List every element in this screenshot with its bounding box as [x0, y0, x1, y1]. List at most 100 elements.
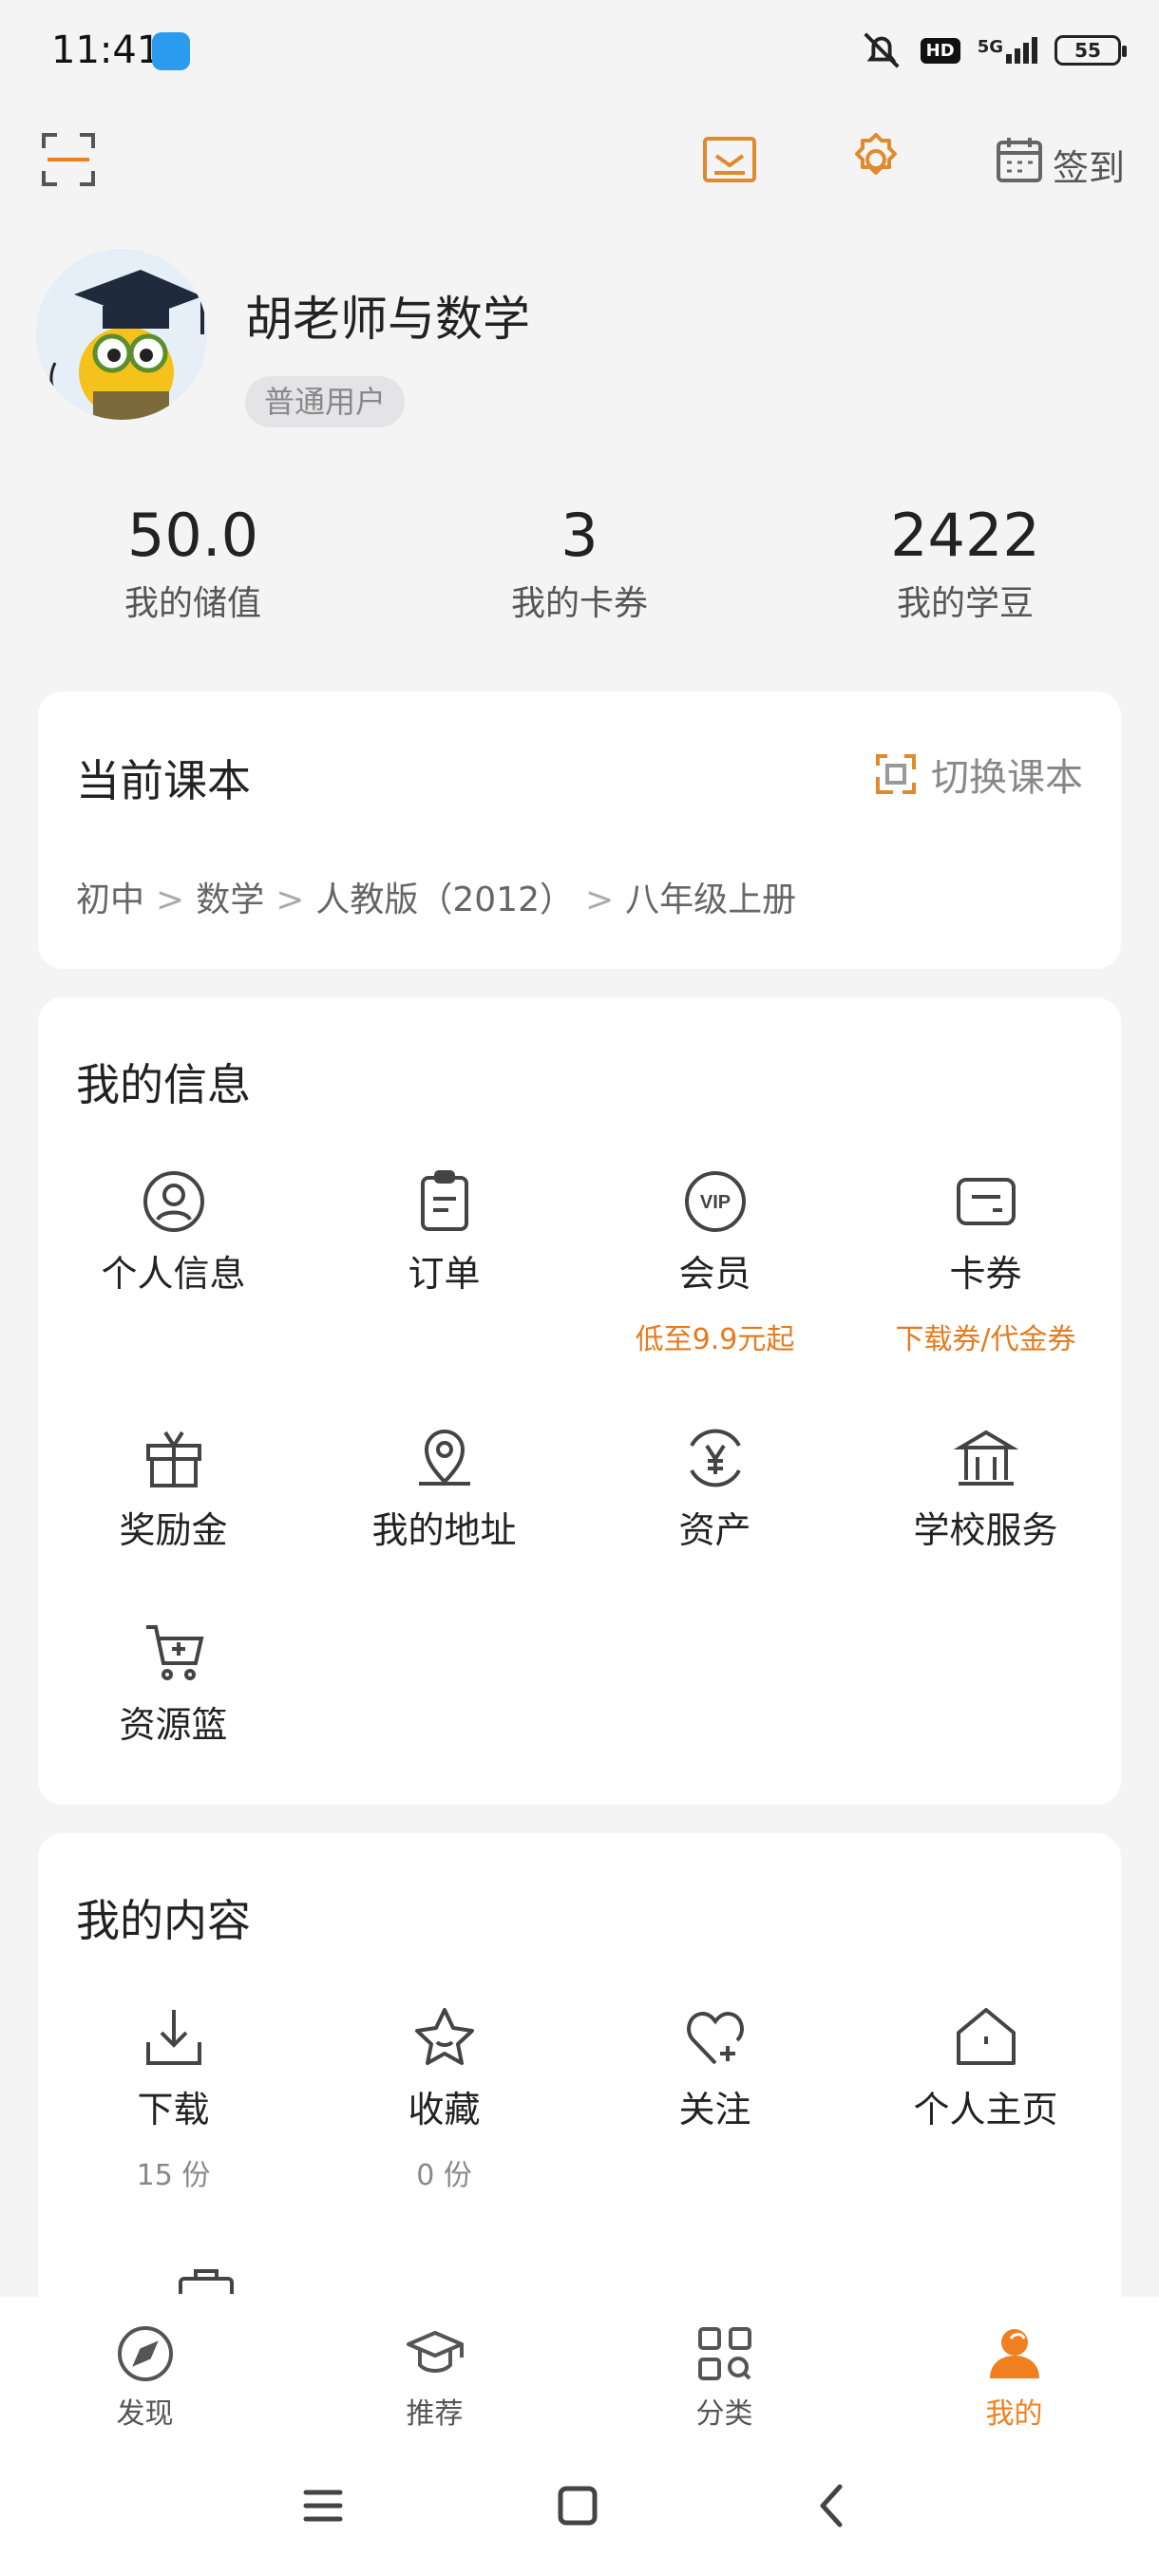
membership-button[interactable]: VIP 会员 低至9.9元起 [580, 1168, 850, 1357]
graduation-cap-icon [406, 2331, 464, 2373]
settings-icon[interactable] [846, 129, 906, 190]
back-icon[interactable] [804, 2477, 861, 2534]
network-label: 5G [977, 37, 1003, 57]
avatar[interactable] [36, 249, 207, 420]
textbook-breadcrumb[interactable]: 初中 > 数学 > 人教版（2012） > 八年级上册 [76, 872, 796, 921]
status-icons: HD 5G 55 [860, 28, 1127, 72]
signal-icon: 5G [978, 37, 1037, 64]
yen-icon [689, 1429, 741, 1487]
scan-icon[interactable] [38, 129, 99, 190]
clipboard-icon [420, 1170, 468, 1231]
checkin-button[interactable]: 签到 [1053, 139, 1125, 191]
calendar-icon[interactable] [994, 129, 1054, 190]
bottom-nav: 发现 推荐 分类 我的 [0, 2297, 1159, 2576]
reward-button[interactable]: 奖励金 [38, 1425, 309, 1553]
user-type-badge: 普通用户 [245, 376, 406, 427]
cart-icon [145, 1625, 204, 1680]
grid-label: 订单 [408, 1253, 481, 1295]
breadcrumb-item: 人教版（2012） [315, 881, 574, 919]
user-icon [142, 1171, 204, 1232]
switch-icon [876, 754, 916, 794]
stat-value: 50.0 [126, 501, 259, 570]
textbook-title: 当前课本 [76, 755, 251, 806]
heart-icon [686, 2011, 744, 2065]
my-content-title: 我的内容 [76, 1895, 251, 1946]
hd-badge: HD [920, 37, 960, 64]
message-icon[interactable] [699, 129, 760, 190]
personal-info-button[interactable]: 个人信息 [38, 1168, 309, 1297]
nav-category[interactable]: 分类 [580, 2323, 869, 2432]
breadcrumb-item: 初中 [76, 881, 145, 919]
category-icon [697, 2327, 751, 2380]
nav-discover[interactable]: 发现 [0, 2323, 290, 2432]
breadcrumb-item: 八年级上册 [625, 881, 797, 919]
partial-item-icon [173, 2265, 239, 2294]
location-icon [418, 1430, 470, 1486]
download-count: 15 份 [136, 2159, 211, 2192]
username[interactable]: 胡老师与数学 [245, 281, 530, 350]
grid-label: 奖励金 [119, 1509, 228, 1551]
stat-balance[interactable]: 50.0 我的储值 [50, 501, 335, 625]
breadcrumb-separator: > [156, 881, 185, 919]
school-service-button[interactable]: 学校服务 [850, 1425, 1121, 1553]
grid-label: 资源篮 [119, 1704, 228, 1746]
grid-label: 我的地址 [371, 1509, 517, 1551]
home-nav-icon[interactable] [549, 2477, 606, 2534]
vip-icon: VIP [684, 1171, 746, 1232]
nav-label: 发现 [116, 2397, 174, 2431]
grid-label: 关注 [678, 2089, 751, 2131]
my-info-title: 我的信息 [76, 1059, 251, 1110]
stat-coupons[interactable]: 3 我的卡券 [437, 501, 722, 625]
switch-textbook-label: 切换课本 [931, 756, 1083, 800]
breadcrumb-separator: > [276, 881, 305, 919]
switch-textbook-button[interactable]: 切换课本 [874, 747, 1083, 802]
nav-label: 推荐 [406, 2397, 464, 2431]
home-icon [956, 2008, 1016, 2065]
stat-label: 我的储值 [124, 584, 261, 624]
stat-label: 我的卡券 [510, 584, 648, 624]
star-icon [414, 2008, 474, 2065]
compass-icon [117, 2326, 173, 2381]
person-icon [989, 2329, 1039, 2378]
coupons-promo: 下载券/代金券 [895, 1323, 1076, 1356]
breadcrumb-item: 数学 [196, 881, 265, 919]
grid-label: 个人主页 [913, 2089, 1058, 2131]
status-bar: 11:41 HD 5G 55 [0, 0, 1159, 106]
stat-label: 我的学豆 [896, 584, 1034, 624]
card-icon [956, 1178, 1016, 1225]
breadcrumb-separator: > [585, 881, 615, 919]
app-notification-icon [152, 32, 190, 70]
nav-recommend[interactable]: 推荐 [290, 2323, 580, 2432]
membership-promo: 低至9.9元起 [635, 1323, 795, 1356]
status-time: 11:41 [51, 28, 162, 72]
textbook-card: 当前课本 切换课本 初中 > 数学 > 人教版（2012） > 八年级上册 [38, 691, 1121, 969]
my-info-card: 我的信息 个人信息 订单 VIP 会员 低至9.9元起 卡券 下载券/代金券 奖… [38, 997, 1121, 1805]
grid-label: 收藏 [408, 2089, 481, 2131]
svg-text:VIP: VIP [699, 1192, 730, 1213]
stat-beans[interactable]: 2422 我的学豆 [823, 502, 1108, 625]
downloads-button[interactable]: 下载 15 份 [38, 2004, 309, 2193]
grid-label: 会员 [678, 1253, 751, 1295]
grid-label: 卡券 [949, 1253, 1022, 1295]
nav-mine[interactable]: 我的 [869, 2323, 1159, 2432]
gift-icon [145, 1430, 201, 1487]
nav-label: 分类 [695, 2397, 753, 2431]
menu-icon[interactable] [294, 2477, 352, 2534]
grid-label: 个人信息 [101, 1253, 246, 1295]
mute-icon [864, 32, 900, 68]
orders-button[interactable]: 订单 [309, 1168, 580, 1297]
address-button[interactable]: 我的地址 [309, 1425, 580, 1553]
grid-label: 资产 [678, 1509, 751, 1551]
homepage-button[interactable]: 个人主页 [850, 2004, 1121, 2132]
favorite-count: 0 份 [416, 2159, 472, 2192]
my-content-card: 我的内容 下载 15 份 收藏 0 份 关注 个人主页 [38, 1833, 1121, 2327]
assets-button[interactable]: 资产 [580, 1425, 850, 1553]
favorites-button[interactable]: 收藏 0 份 [309, 2004, 580, 2193]
download-icon [145, 2010, 201, 2065]
resource-basket-button[interactable]: 资源篮 [38, 1619, 309, 1748]
following-button[interactable]: 关注 [580, 2004, 850, 2132]
stat-value: 3 [560, 501, 598, 570]
school-icon [953, 1430, 1018, 1486]
battery-icon: 55 [1054, 35, 1127, 66]
coupons-button[interactable]: 卡券 下载券/代金券 [850, 1168, 1121, 1357]
